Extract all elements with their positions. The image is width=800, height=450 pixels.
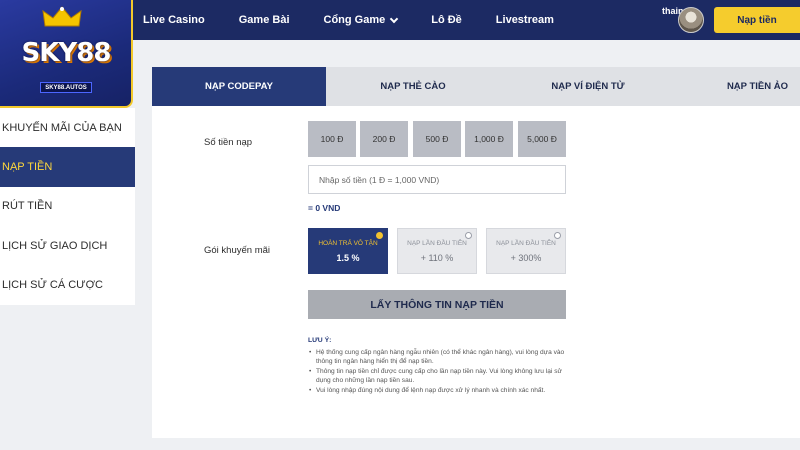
tab-codepay[interactable]: NẠP CODEPAY (152, 67, 326, 106)
radio-icon (554, 232, 561, 239)
logo-url: SKY88.AUTOS (40, 82, 92, 93)
nav-livestream[interactable]: Livestream (496, 14, 554, 26)
promo-option-first-deposit-110[interactable]: NẠP LẦN ĐẦU TIÊN + 110 % (397, 228, 477, 274)
tab-label: NẠP VÍ ĐIỆN TỬ (551, 81, 625, 92)
radio-icon (376, 232, 383, 239)
notes-section: LƯU Ý: Hệ thống cung cấp ngân hàng ngẫu … (308, 337, 568, 396)
amount-200-button[interactable]: 200 Đ (360, 121, 408, 157)
promo-value: + 300% (510, 252, 542, 263)
nav-label: Lô Đề (431, 14, 462, 26)
amount-500-button[interactable]: 500 Đ (413, 121, 461, 157)
sidebar-item-deposit[interactable]: NẠP TIỀN (0, 147, 135, 187)
sidebar-item-bet-history[interactable]: LỊCH SỬ CÁ CƯỢC (0, 266, 135, 305)
amount-1000-button[interactable]: 1,000 Đ (465, 121, 513, 157)
promo-title: NẠP LẦN ĐẦU TIÊN (496, 239, 556, 247)
deposit-button[interactable]: Nạp tiền (714, 7, 800, 33)
note-item: Hệ thống cung cấp ngân hàng ngẫu nhiên (… (308, 348, 568, 366)
get-deposit-info-button[interactable]: LẤY THÔNG TIN NẠP TIỀN (308, 290, 566, 319)
tab-e-wallet[interactable]: NẠP VÍ ĐIỆN TỬ (500, 67, 676, 106)
radio-icon (465, 232, 472, 239)
notes-title: LƯU Ý: (308, 337, 332, 344)
main-nav: Live Casino Game Bài Cổng Game Lô Đề Liv… (143, 0, 588, 40)
sidebar-item-label: LỊCH SỬ GIAO DỊCH (2, 239, 108, 252)
nav-label: Cổng Game (323, 14, 386, 26)
tab-scratch-card[interactable]: NẠP THẺ CÀO (326, 67, 500, 106)
sidebar-item-withdraw[interactable]: RÚT TIỀN (0, 187, 135, 226)
amount-5000-button[interactable]: 5,000 Đ (518, 121, 566, 157)
note-item: Thông tin nạp tiền chỉ được cung cấp cho… (308, 367, 568, 385)
deposit-tabs: NẠP CODEPAY NẠP THẺ CÀO NẠP VÍ ĐIỆN TỬ N… (152, 67, 800, 106)
promo-title: HOÀN TRẢ VÔ TẬN (318, 239, 378, 247)
nav-cong-game[interactable]: Cổng Game (323, 14, 399, 26)
tab-label: NẠP CODEPAY (205, 81, 273, 92)
account-sidebar: KHUYẾN MÃI CỦA BẠN NẠP TIỀN RÚT TIỀN LỊC… (0, 108, 135, 305)
tab-label: NẠP TIỀN ẢO (726, 81, 788, 92)
site-logo[interactable]: SKY88 SKY88.AUTOS (0, 0, 133, 108)
chevron-down-icon (389, 14, 399, 23)
sidebar-item-label: LỊCH SỬ CÁ CƯỢC (2, 279, 103, 292)
sidebar-item-promotions[interactable]: KHUYẾN MÃI CỦA BẠN (0, 108, 135, 147)
converted-amount: = 0 VND (308, 203, 341, 213)
logo-text: SKY88 (21, 38, 112, 68)
amount-label: Số tiền nạp (204, 137, 253, 148)
promo-label: Gói khuyến mãi (204, 245, 271, 256)
note-item: Vui lòng nhập đúng nội dung để lệnh nạp … (308, 386, 568, 395)
nav-game-bai[interactable]: Game Bài (239, 14, 290, 26)
promo-title: NẠP LẦN ĐẦU TIÊN (407, 239, 467, 247)
crown-icon (42, 6, 82, 27)
avatar[interactable] (678, 7, 704, 33)
sidebar-item-label: KHUYẾN MÃI CỦA BẠN (2, 121, 122, 134)
sidebar-item-transaction-history[interactable]: LỊCH SỬ GIAO DỊCH (0, 226, 135, 265)
deposit-panel: NẠP CODEPAY NẠP THẺ CÀO NẠP VÍ ĐIỆN TỬ N… (152, 67, 800, 438)
notes-list: Hệ thống cung cấp ngân hàng ngẫu nhiên (… (308, 348, 568, 395)
tab-label: NẠP THẺ CÀO (380, 81, 446, 92)
promo-option-rebate[interactable]: HOÀN TRẢ VÔ TẬN 1.5 % (308, 228, 388, 274)
promo-value: + 110 % (420, 252, 454, 263)
sidebar-item-label: RÚT TIỀN (2, 200, 53, 213)
nav-lo-de[interactable]: Lô Đề (431, 14, 462, 26)
amount-100-button[interactable]: 100 Đ (308, 121, 356, 157)
promo-option-first-deposit-300[interactable]: NẠP LẦN ĐẦU TIÊN + 300% (486, 228, 566, 274)
promo-value: 1.5 % (336, 252, 360, 263)
nav-label: Live Casino (143, 14, 205, 26)
nav-live-casino[interactable]: Live Casino (143, 14, 205, 26)
nav-label: Game Bài (238, 14, 290, 26)
sidebar-item-label: NẠP TIỀN (2, 161, 53, 174)
amount-input[interactable] (308, 165, 566, 194)
tab-crypto[interactable]: NẠP TIỀN ẢO (676, 67, 800, 106)
nav-label: Livestream (495, 14, 554, 26)
